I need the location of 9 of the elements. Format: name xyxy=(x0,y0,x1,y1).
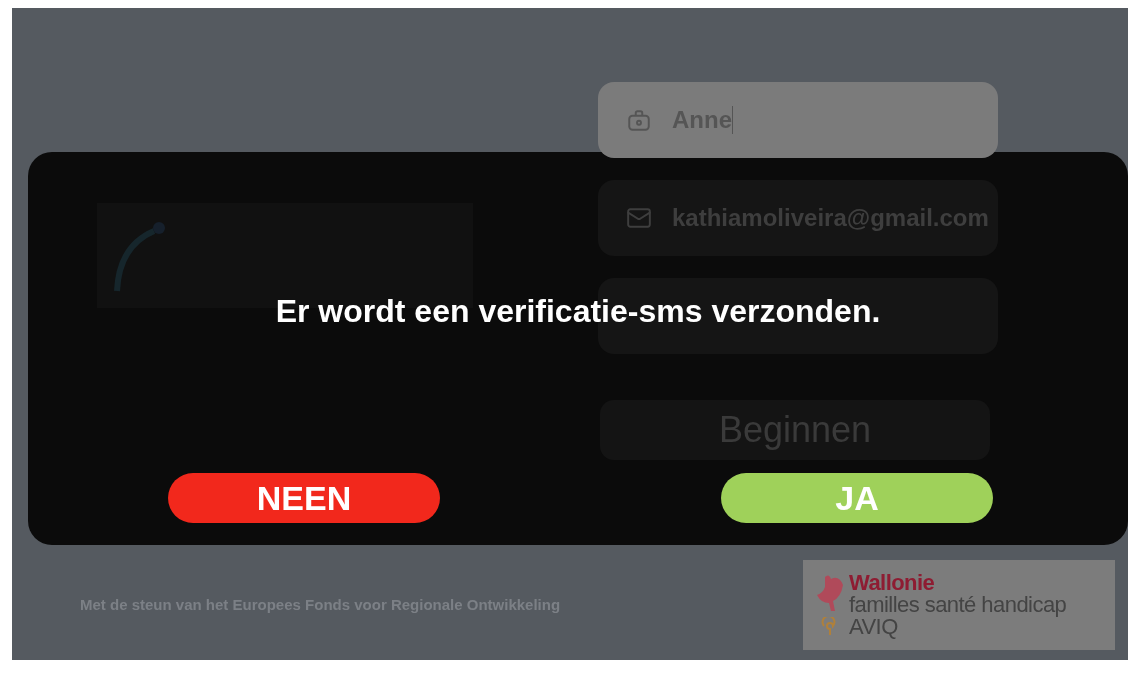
logo-line: familles santé handicap xyxy=(849,594,1067,616)
logo-line: Wallonie xyxy=(849,572,936,594)
yes-button[interactable]: JA xyxy=(721,473,993,523)
lock-icon xyxy=(626,107,652,133)
logo-line: AVIQ xyxy=(849,616,899,638)
mail-icon xyxy=(626,205,652,231)
dialog-message: Er wordt een verificatie-sms verzonden. xyxy=(275,292,881,331)
text-caret xyxy=(732,106,733,134)
no-button[interactable]: NEEN xyxy=(168,473,440,523)
